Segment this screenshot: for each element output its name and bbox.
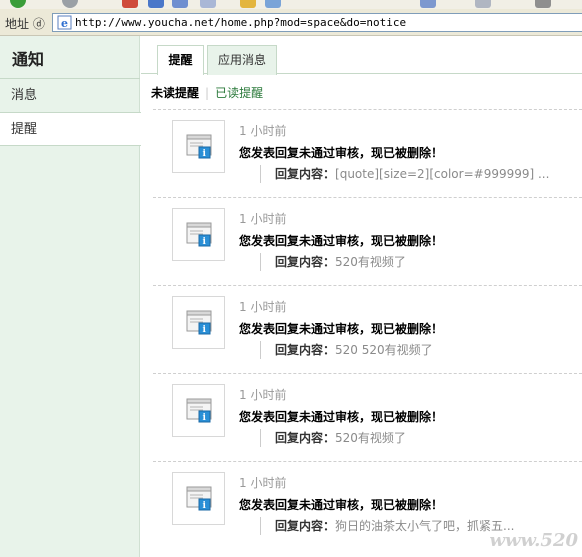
quote-label: 回复内容： (275, 431, 336, 445)
quote-text[interactable]: 狗日的油茶太小气了吧，抓紧五... (335, 519, 514, 533)
media-icon[interactable] (265, 0, 281, 8)
notice-quote: 回复内容：520有视频了 (260, 429, 582, 447)
quote-label: 回复内容： (275, 167, 336, 181)
tab-app-messages[interactable]: 应用消息 (207, 45, 277, 75)
quote-label: 回复内容： (275, 519, 336, 533)
history-icon[interactable] (420, 0, 436, 8)
quote-label: 回复内容： (275, 255, 336, 269)
tab-reminders[interactable]: 提醒 (157, 45, 204, 75)
quote-text[interactable]: 520有视频了 (335, 431, 406, 445)
system-notice-icon: i (186, 222, 212, 247)
sidebar-item-messages[interactable]: 消息 (0, 79, 140, 113)
svg-text:i: i (203, 413, 207, 423)
quote-text[interactable]: 520 520有视频了 (335, 343, 433, 357)
svg-text:i: i (203, 325, 207, 335)
notice-time: 1 小时前 (239, 476, 287, 490)
sidebar-item-reminders[interactable]: 提醒 (0, 112, 141, 146)
notice-quote: 回复内容：520有视频了 (260, 253, 582, 271)
notice-item: i 1 小时前您发表回复未通过审核，现已被删除！ 回复内容：520有视频了 (153, 197, 582, 285)
notice-message: 您发表回复未通过审核，现已被删除！ (239, 234, 444, 248)
subnav-unread[interactable]: 未读提醒 (151, 86, 199, 100)
system-notice-icon: i (186, 486, 212, 511)
notice-thumbnail: i (172, 384, 225, 437)
tab-bar: 提醒 应用消息 (141, 36, 582, 75)
notice-thumbnail: i (172, 208, 225, 261)
home-icon[interactable] (172, 0, 188, 8)
notice-message: 您发表回复未通过审核，现已被删除！ (239, 498, 444, 512)
subnav-divider: | (205, 86, 210, 100)
mail-icon[interactable] (475, 0, 491, 8)
system-notice-icon: i (186, 398, 212, 423)
notice-time: 1 小时前 (239, 124, 287, 138)
url-field[interactable]: e http://www.youcha.net/home.php?mod=spa… (52, 13, 582, 32)
subnav-read-link[interactable]: 已读提醒 (215, 86, 263, 100)
notice-quote: 回复内容：[quote][size=2][color=#999999] ... (260, 165, 582, 183)
address-bar: 地址 ⓓ e http://www.youcha.net/home.php?mo… (0, 9, 582, 36)
system-notice-icon: i (186, 310, 212, 335)
refresh-icon[interactable] (148, 0, 164, 8)
svg-text:i: i (203, 149, 207, 159)
stop-icon[interactable] (122, 0, 138, 8)
quote-label: 回复内容： (275, 343, 336, 357)
notice-item: i 1 小时前您发表回复未通过审核，现已被删除！ 回复内容：520有视频了 (153, 373, 582, 461)
watermark: www.520 (489, 530, 578, 551)
quote-text[interactable]: [quote][size=2][color=#999999] ... (335, 167, 549, 181)
notice-time: 1 小时前 (239, 388, 287, 402)
notice-quote: 回复内容：520 520有视频了 (260, 341, 582, 359)
notice-time: 1 小时前 (239, 300, 287, 314)
page-icon: e (57, 15, 72, 30)
browser-toolbar (0, 0, 582, 9)
subnav: 未读提醒 | 已读提醒 (151, 84, 263, 101)
forward-icon[interactable] (62, 0, 78, 8)
notice-message: 您发表回复未通过审核，现已被删除！ (239, 410, 444, 424)
quote-text[interactable]: 520有视频了 (335, 255, 406, 269)
url-text: http://www.youcha.net/home.php?mod=space… (75, 16, 407, 29)
notice-item: i 1 小时前您发表回复未通过审核，现已被删除！ 回复内容：[quote][size… (153, 109, 582, 197)
notice-thumbnail: i (172, 120, 225, 173)
system-notice-icon: i (186, 134, 212, 159)
sidebar-title: 通知 (12, 50, 45, 69)
print-icon[interactable] (535, 0, 551, 8)
svg-text:i: i (203, 237, 207, 247)
svg-text:i: i (203, 501, 207, 511)
favorites-icon[interactable] (240, 0, 256, 8)
sidebar: 通知 消息 提醒 (0, 36, 141, 557)
notice-thumbnail: i (172, 472, 225, 525)
main-content: 提醒 应用消息 未读提醒 | 已读提醒 i1 小时前 您发表回复未通过审核，现已被删除… (141, 36, 582, 557)
notice-time: 1 小时前 (239, 212, 287, 226)
notice-message: 您发表回复未通过审核，现已被删除！ (239, 146, 444, 160)
search-icon[interactable] (200, 0, 216, 8)
notice-thumbnail: i (172, 296, 225, 349)
notice-message: 您发表回复未通过审核，现已被删除！ (239, 322, 444, 336)
back-icon[interactable] (10, 0, 26, 8)
notice-item: i 1 小时前您发表回复未通过审核，现已被删除！ 回复内容：520 520有视频了 (153, 285, 582, 373)
svg-text:e: e (61, 17, 68, 30)
address-label: 地址 ⓓ (5, 17, 45, 31)
